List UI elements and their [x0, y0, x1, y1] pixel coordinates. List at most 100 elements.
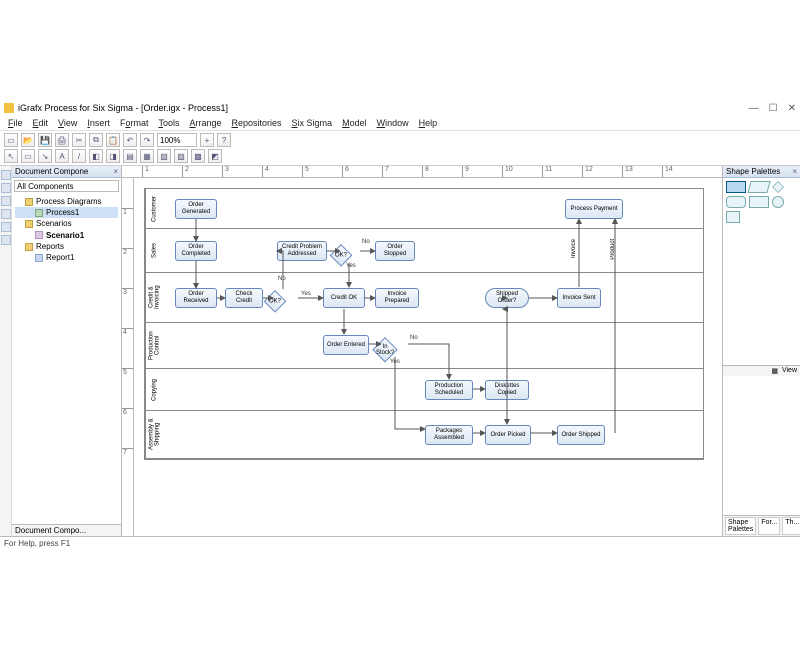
print-button[interactable]: 🖨	[55, 133, 69, 147]
maximize-button[interactable]: ☐	[769, 103, 778, 114]
tree-scenario1[interactable]: Scenario1	[46, 231, 84, 240]
document-components-panel: Document Compone × Process Diagrams Proc…	[12, 166, 122, 536]
lane-customer: Customer	[145, 189, 163, 228]
rtab-th[interactable]: Th...	[782, 517, 800, 535]
tool-13[interactable]: ◩	[208, 149, 222, 163]
menu-help[interactable]: Help	[415, 117, 442, 129]
shape-credit-problem[interactable]: Credit Problem Addressed	[277, 241, 327, 261]
tree-process-diagrams[interactable]: Process Diagrams	[36, 197, 101, 206]
menu-edit[interactable]: Edit	[29, 117, 53, 129]
shape-order-completed[interactable]: Order Completed	[175, 241, 217, 261]
shape-order-entered[interactable]: Order Entered	[323, 335, 369, 355]
app-icon	[4, 103, 14, 113]
rtab-palettes[interactable]: Shape Palettes	[725, 517, 756, 535]
tool-8[interactable]: ▤	[123, 149, 137, 163]
tool-7[interactable]: ◨	[106, 149, 120, 163]
menu-repositories[interactable]: Repositories	[228, 117, 286, 129]
palette-rounded[interactable]	[726, 196, 746, 208]
vtab-1[interactable]	[1, 170, 11, 180]
menu-file[interactable]: File	[4, 117, 27, 129]
shape-tool[interactable]: ▭	[21, 149, 35, 163]
label-yes-3: Yes	[390, 359, 400, 365]
label-product: Product	[610, 239, 616, 260]
shape-process-payment[interactable]: Process Payment	[565, 199, 623, 219]
vtab-6[interactable]	[1, 235, 11, 245]
palette-parallelogram[interactable]	[747, 181, 770, 193]
shape-order-stopped[interactable]: Order Stopped	[375, 241, 415, 261]
swimlane-diagram: Customer Order Generated Process Payment…	[144, 188, 704, 460]
shape-packages-assembled[interactable]: Packages Assembled	[425, 425, 473, 445]
menu-tools[interactable]: Tools	[154, 117, 183, 129]
shape-order-picked[interactable]: Order Picked	[485, 425, 531, 445]
shape-ok-2[interactable]: OK?	[264, 290, 287, 313]
palette-doc[interactable]	[749, 196, 769, 208]
vtab-4[interactable]	[1, 209, 11, 219]
connector-tool[interactable]: ↘	[38, 149, 52, 163]
minimize-button[interactable]: —	[749, 103, 759, 114]
save-button[interactable]: 💾	[38, 133, 52, 147]
menubar: File Edit View Insert Format Tools Arran…	[0, 116, 800, 131]
view-tab[interactable]: View	[782, 367, 797, 375]
menu-insert[interactable]: Insert	[83, 117, 114, 129]
cut-button[interactable]: ✂	[72, 133, 86, 147]
tree-process1[interactable]: Process1	[46, 208, 79, 217]
tree-report1[interactable]: Report1	[46, 253, 74, 262]
shape-diskettes-copied[interactable]: Diskettes Copied	[485, 380, 529, 400]
text-tool[interactable]: A	[55, 149, 69, 163]
open-button[interactable]: 📂	[21, 133, 35, 147]
diagram-canvas[interactable]: Customer Order Generated Process Payment…	[134, 178, 722, 536]
copy-button[interactable]: ⧉	[89, 133, 103, 147]
shape-order-received[interactable]: Order Received	[175, 288, 217, 308]
help-button[interactable]: ?	[217, 133, 231, 147]
paste-button[interactable]: 📋	[106, 133, 120, 147]
zoom-combo[interactable]	[157, 133, 197, 147]
components-search[interactable]	[14, 180, 119, 192]
menu-arrange[interactable]: Arrange	[185, 117, 225, 129]
shape-order-shipped[interactable]: Order Shipped	[557, 425, 605, 445]
menu-format[interactable]: Format	[116, 117, 153, 129]
horizontal-ruler: 1234567891011121314	[122, 166, 722, 178]
tool-9[interactable]: ▦	[140, 149, 154, 163]
vtab-3[interactable]	[1, 196, 11, 206]
tree-reports[interactable]: Reports	[36, 242, 64, 251]
palette-diamond[interactable]	[772, 181, 784, 193]
palette-rect[interactable]	[726, 181, 746, 193]
statusbar: For Help, press F1	[0, 536, 800, 550]
label-invoice: Invoice	[571, 239, 577, 258]
shape-credit-ok[interactable]: Credit OK	[323, 288, 365, 308]
tool-12[interactable]: ▩	[191, 149, 205, 163]
tree-scenarios[interactable]: Scenarios	[36, 219, 72, 228]
shape-invoice-prepared[interactable]: Invoice Prepared	[375, 288, 419, 308]
shape-shipped-order[interactable]: Shipped Order?	[485, 288, 529, 308]
palette-close-button[interactable]: ×	[792, 167, 797, 176]
menu-model[interactable]: Model	[338, 117, 371, 129]
redo-button[interactable]: ↷	[140, 133, 154, 147]
menu-window[interactable]: Window	[373, 117, 413, 129]
zoomin-button[interactable]: +	[200, 133, 214, 147]
lane-sales: Sales	[145, 229, 163, 272]
tool-10[interactable]: ▧	[157, 149, 171, 163]
close-button[interactable]: ✕	[788, 103, 796, 114]
shape-order-generated[interactable]: Order Generated	[175, 199, 217, 219]
palette-circle[interactable]	[772, 196, 784, 208]
new-button[interactable]: ▭	[4, 133, 18, 147]
menu-sixsigma[interactable]: Six Sigma	[288, 117, 337, 129]
line-tool[interactable]: /	[72, 149, 86, 163]
view-tab-icon[interactable]: ▦	[771, 367, 778, 375]
vtab-2[interactable]	[1, 183, 11, 193]
panel-close-button[interactable]: ×	[113, 167, 118, 176]
doc-tab[interactable]: Document Compo...	[12, 524, 121, 536]
menu-view[interactable]: View	[54, 117, 81, 129]
shape-production-scheduled[interactable]: Production Scheduled	[425, 380, 473, 400]
shape-invoice-sent[interactable]: Invoice Sent	[557, 288, 601, 308]
pointer-tool[interactable]: ↖	[4, 149, 18, 163]
undo-button[interactable]: ↶	[123, 133, 137, 147]
tool-6[interactable]: ◧	[89, 149, 103, 163]
components-tree[interactable]: Process Diagrams Process1 Scenarios Scen…	[12, 194, 121, 524]
palette-small[interactable]	[726, 211, 740, 223]
rtab-for[interactable]: For...	[758, 517, 780, 535]
palette-title: Shape Palettes	[726, 167, 780, 176]
tool-11[interactable]: ▨	[174, 149, 188, 163]
vtab-5[interactable]	[1, 222, 11, 232]
shape-check-credit[interactable]: Check Credit	[225, 288, 263, 308]
